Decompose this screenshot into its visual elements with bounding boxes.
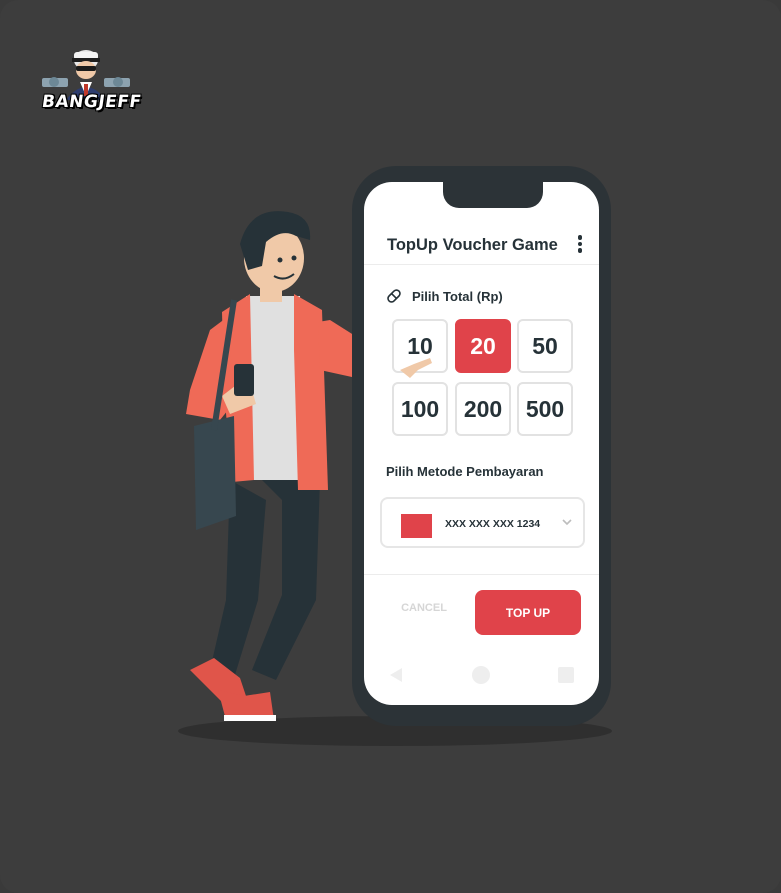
amount-option-20[interactable]: 20 xyxy=(455,319,511,373)
payment-method-select[interactable]: XXX XXX XXX 1234 xyxy=(380,497,585,548)
amount-option-500[interactable]: 500 xyxy=(517,382,573,436)
back-triangle-icon xyxy=(390,668,402,682)
phone-notch xyxy=(443,166,543,208)
android-nav-bar xyxy=(390,666,574,684)
phone-screen: TopUp Voucher Game Pilih Total (Rp) 10 2… xyxy=(364,182,599,705)
pointing-hand xyxy=(400,358,432,378)
amount-option-200[interactable]: 200 xyxy=(455,382,511,436)
bangjeff-logo xyxy=(42,50,130,100)
amount-option-50[interactable]: 50 xyxy=(517,319,573,373)
actions-divider xyxy=(364,574,599,575)
header-divider xyxy=(364,264,599,265)
payment-section-label: Pilih Metode Pembayaran xyxy=(386,464,544,479)
amount-section-label: Pilih Total (Rp) xyxy=(412,289,503,304)
home-circle-icon xyxy=(472,666,490,684)
chevron-down-icon xyxy=(562,519,572,526)
card-number: XXX XXX XXX 1234 xyxy=(445,518,541,530)
card-icon xyxy=(401,514,432,538)
recent-square-icon xyxy=(558,667,574,683)
amount-option-100[interactable]: 100 xyxy=(392,382,448,436)
illustration-canvas: BANGJEFF TopUp Voucher Game Pilih Total … xyxy=(0,0,781,893)
kebab-menu-icon[interactable] xyxy=(576,235,584,255)
logo-wordmark: BANGJEFF xyxy=(40,92,143,112)
app-title: TopUp Voucher Game xyxy=(387,236,558,254)
pill-icon xyxy=(387,289,401,303)
topup-button[interactable]: TOP UP xyxy=(475,590,581,635)
cancel-button[interactable]: CANCEL xyxy=(390,602,458,622)
